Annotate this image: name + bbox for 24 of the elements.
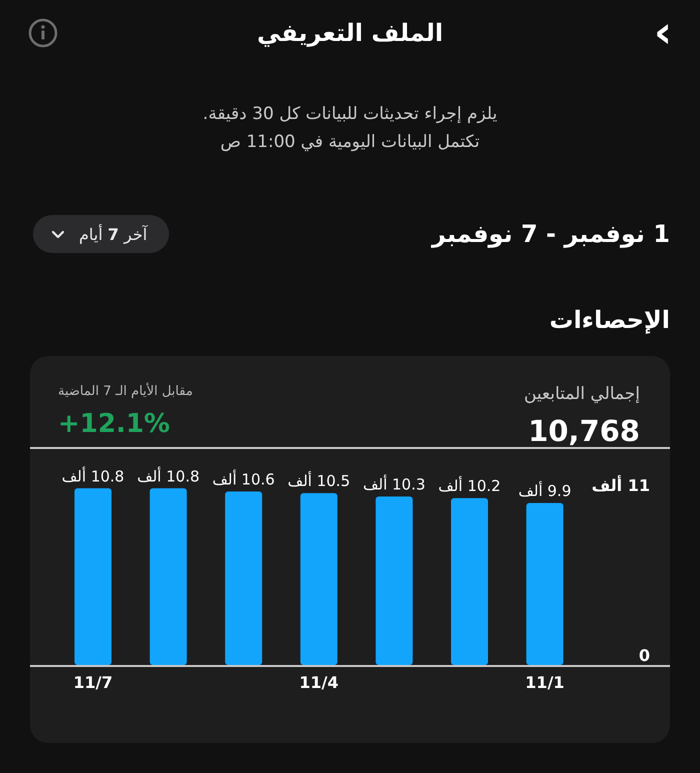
metric-label: إجمالي المتابعين — [524, 384, 640, 404]
axis-label: 0 — [638, 646, 650, 665]
axis-label: 11/7 — [73, 673, 113, 692]
notice-text: تكتمل البيانات اليومية في 11:00 ص — [220, 131, 480, 154]
notice-text: يلزم إجراء تحديثات للبيانات كل 30 دقيقة. — [202, 103, 498, 126]
back-button[interactable]: › — [648, 11, 678, 55]
data-label: 10.6 ألف — [212, 470, 275, 489]
data-label: 10.2 ألف — [438, 477, 501, 496]
data-label: 10.8 ألف — [62, 467, 124, 486]
data-label: 10.8 ألف — [137, 467, 200, 486]
comparison-label: مقابل الأيام الـ 7 الماضية — [58, 384, 193, 399]
axis-label: 11 ألف — [592, 476, 650, 495]
date-range: 1 نوفمبر - 7 نوفمبر — [432, 220, 670, 248]
data-label: 10.5 ألف — [288, 472, 350, 490]
data-label: 9.9 ألف — [518, 482, 572, 500]
caret-icon — [51, 230, 65, 238]
metric-value: 10,768 — [527, 414, 640, 448]
data-label: 10.3 ألف — [362, 475, 426, 494]
axis-label: 11/1 — [525, 673, 564, 692]
axis-label: 11/4 — [299, 673, 339, 692]
change-percent: +12.1% — [58, 409, 170, 439]
info-icon[interactable] — [28, 18, 58, 48]
section-title: الإحصاءات — [549, 306, 670, 334]
page-title: الملف التعريفي — [256, 19, 444, 47]
